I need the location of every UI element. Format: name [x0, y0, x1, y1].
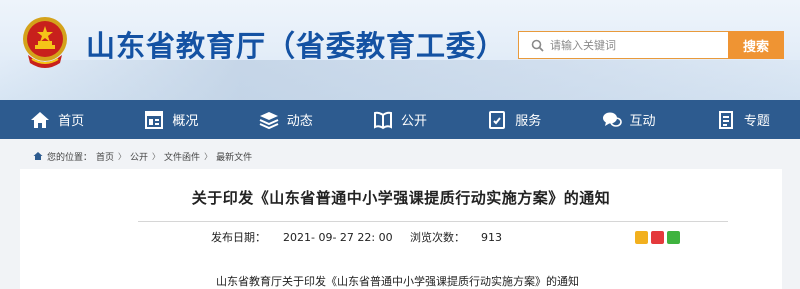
- search-input[interactable]: [550, 33, 720, 57]
- weibo-share-icon[interactable]: [651, 231, 664, 244]
- breadcrumb-latest[interactable]: 最新文件: [216, 150, 252, 163]
- nav-item-interact[interactable]: 互动: [571, 100, 685, 139]
- service-icon: [489, 110, 506, 129]
- topic-document-icon: [718, 110, 733, 129]
- article-panel: 关于印发《山东省普通中小学强课提质行动实施方案》的通知 发布日期： 2021- …: [20, 169, 782, 289]
- nav-item-label: 互动: [629, 114, 656, 129]
- qzone-share-icon[interactable]: [635, 231, 648, 244]
- header-background-band: [0, 60, 800, 100]
- search-bar: 搜索: [518, 31, 784, 59]
- view-count-label: 浏览次数：: [410, 231, 465, 244]
- nav-item-label: 动态: [286, 114, 313, 129]
- breadcrumb-label: 您的位置：: [47, 152, 93, 163]
- breadcrumb-documents[interactable]: 文件函件: [164, 150, 200, 163]
- nav-item-service[interactable]: 服务: [457, 100, 571, 139]
- nav-item-topics[interactable]: 专题: [686, 100, 800, 139]
- nav-item-overview[interactable]: 概况: [114, 100, 228, 139]
- wechat-share-icon[interactable]: [667, 231, 680, 244]
- open-book-icon: [373, 111, 392, 129]
- chevron-right-icon: 〉: [204, 151, 213, 161]
- article-title: 关于印发《山东省普通中小学强课提质行动实施方案》的通知: [191, 189, 611, 207]
- search-field[interactable]: [518, 31, 728, 59]
- nav-item-label: 首页: [58, 114, 85, 129]
- nav-item-label: 概况: [172, 114, 199, 129]
- chat-icon: [602, 112, 622, 127]
- site-title: 山东省教育厅（省委教育工委）: [86, 29, 507, 63]
- main-nav: 首页 概况 动态 公开 服务 互动 专题: [0, 100, 800, 139]
- chevron-right-icon: 〉: [152, 151, 161, 161]
- publish-date-value: 2021- 09- 27 22: 00: [283, 231, 393, 244]
- chevron-right-icon: 〉: [118, 151, 127, 161]
- nav-item-open[interactable]: 公开: [343, 100, 457, 139]
- nav-item-label: 公开: [400, 114, 427, 129]
- publish-date-label: 发布日期：: [211, 231, 266, 244]
- breadcrumb: 您的位置： 首页 〉 公开 〉 文件函件 〉 最新文件: [33, 148, 252, 164]
- national-emblem-icon: [23, 17, 67, 68]
- nav-item-label: 专题: [743, 114, 770, 129]
- nav-item-home[interactable]: 首页: [0, 100, 114, 139]
- breadcrumb-home[interactable]: 首页: [96, 150, 114, 163]
- breadcrumb-open[interactable]: 公开: [130, 150, 148, 163]
- share-buttons: [635, 231, 680, 244]
- search-button[interactable]: 搜索: [728, 31, 784, 59]
- title-divider: [138, 221, 728, 222]
- nav-item-label: 服务: [515, 114, 542, 129]
- search-icon: [531, 39, 544, 52]
- news-stack-icon: [259, 111, 279, 129]
- article-body-first-line: 山东省教育厅关于印发《山东省普通中小学强课提质行动实施方案》的通知: [216, 275, 579, 288]
- nav-item-news[interactable]: 动态: [229, 100, 343, 139]
- location-home-icon: [33, 152, 43, 160]
- overview-icon: [145, 110, 164, 129]
- site-header: 山东省教育厅（省委教育工委） 搜索: [0, 0, 800, 100]
- view-count-value: 913: [481, 231, 502, 244]
- home-icon: [31, 111, 50, 128]
